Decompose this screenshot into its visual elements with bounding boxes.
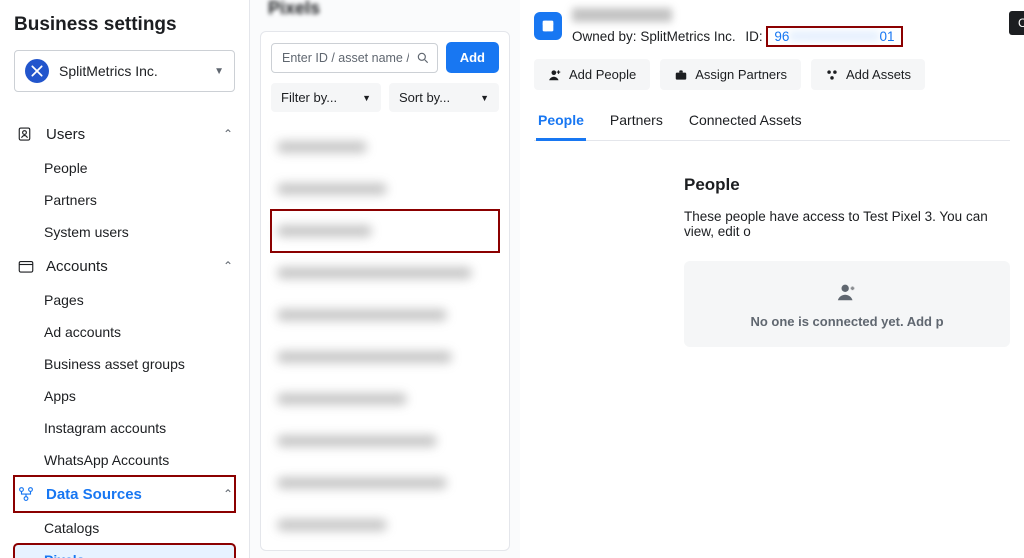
nav-section-label: Accounts bbox=[46, 258, 223, 275]
asset-list-card: Add Filter by... ▼ Sort by... ▼ bbox=[260, 31, 510, 551]
pixel-icon bbox=[534, 12, 562, 40]
sidebar-item-catalogs[interactable]: Catalogs bbox=[14, 512, 235, 544]
sidebar-item-whatsapp-accounts[interactable]: WhatsApp Accounts bbox=[14, 444, 235, 476]
sidebar-item-people[interactable]: People bbox=[14, 152, 235, 184]
accounts-icon bbox=[16, 256, 36, 276]
users-icon bbox=[16, 124, 36, 144]
sidebar-item-pixels[interactable]: Pixels bbox=[14, 544, 235, 558]
search-input[interactable] bbox=[271, 43, 438, 73]
list-item[interactable] bbox=[271, 210, 499, 252]
add-people-button[interactable]: Add People bbox=[534, 59, 650, 90]
data-sources-icon bbox=[16, 484, 36, 504]
detail-pane: Owned by: SplitMetrics Inc. ID: 96000000… bbox=[520, 0, 1024, 558]
sidebar-item-instagram-accounts[interactable]: Instagram accounts bbox=[14, 412, 235, 444]
empty-state: No one is connected yet. Add p bbox=[684, 261, 1010, 347]
assign-partners-button[interactable]: Assign Partners bbox=[660, 59, 801, 90]
filter-by-dropdown[interactable]: Filter by... ▼ bbox=[271, 83, 381, 112]
chevron-up-icon: ⌃ bbox=[223, 127, 233, 141]
owned-by-line: Owned by: SplitMetrics Inc. ID: 96000000… bbox=[572, 26, 1010, 47]
id-prefix: 96 bbox=[774, 29, 789, 44]
sidebar-item-pages[interactable]: Pages bbox=[14, 284, 235, 316]
nav-section-label: Users bbox=[46, 126, 223, 143]
add-assets-button[interactable]: Add Assets bbox=[811, 59, 925, 90]
list-item[interactable] bbox=[271, 294, 499, 336]
id-hidden: 000000000000 bbox=[789, 29, 879, 44]
nav-section-accounts[interactable]: Accounts ⌃ bbox=[14, 248, 235, 284]
section-title: People bbox=[684, 175, 1010, 195]
list-item[interactable] bbox=[271, 336, 499, 378]
business-logo bbox=[25, 59, 49, 83]
empty-caption: No one is connected yet. Add p bbox=[694, 314, 1000, 329]
pixel-name bbox=[572, 8, 672, 22]
sidebar-item-ad-accounts[interactable]: Ad accounts bbox=[14, 316, 235, 348]
assets-icon bbox=[825, 68, 839, 82]
briefcase-icon bbox=[674, 68, 688, 82]
business-selector[interactable]: SplitMetrics Inc. ▼ bbox=[14, 50, 235, 92]
sidebar-item-business-asset-groups[interactable]: Business asset groups bbox=[14, 348, 235, 380]
add-assets-label: Add Assets bbox=[846, 67, 911, 82]
tab-people[interactable]: People bbox=[536, 104, 586, 141]
pixel-list bbox=[271, 126, 499, 546]
chevron-up-icon: ⌃ bbox=[223, 259, 233, 273]
asset-list-column: Pixels Add Filter by... ▼ Sort by... ▼ bbox=[250, 0, 520, 558]
copy-tooltip: Copy to clipboard bbox=[1009, 11, 1024, 35]
list-item[interactable] bbox=[271, 378, 499, 420]
tab-connected-assets[interactable]: Connected Assets bbox=[687, 104, 804, 141]
caret-down-icon: ▼ bbox=[362, 93, 371, 103]
list-item[interactable] bbox=[271, 504, 499, 546]
owned-by-label: Owned by: bbox=[572, 29, 637, 44]
caret-down-icon: ▼ bbox=[480, 93, 489, 103]
nav-section-data-sources[interactable]: Data Sources ⌃ bbox=[14, 476, 235, 512]
sidebar-item-apps[interactable]: Apps bbox=[14, 380, 235, 412]
business-name: SplitMetrics Inc. bbox=[59, 63, 214, 79]
list-item[interactable] bbox=[271, 252, 499, 294]
search-input-wrap bbox=[271, 43, 438, 73]
nav-section-users[interactable]: Users ⌃ bbox=[14, 116, 235, 152]
sidebar-item-system-users[interactable]: System users bbox=[14, 216, 235, 248]
chevron-up-icon: ⌃ bbox=[223, 487, 233, 501]
id-label: ID: bbox=[745, 29, 762, 44]
search-icon bbox=[416, 51, 430, 65]
list-item[interactable] bbox=[271, 462, 499, 504]
person-add-icon bbox=[836, 281, 858, 303]
sort-label: Sort by... bbox=[399, 90, 450, 105]
add-button[interactable]: Add bbox=[446, 42, 499, 73]
page-title: Business settings bbox=[14, 14, 235, 36]
list-item[interactable] bbox=[271, 126, 499, 168]
pixel-id[interactable]: 9600000000000001 bbox=[766, 26, 902, 47]
section-description: These people have access to Test Pixel 3… bbox=[684, 209, 1010, 239]
owner-name: SplitMetrics Inc. bbox=[640, 29, 735, 44]
sort-by-dropdown[interactable]: Sort by... ▼ bbox=[389, 83, 499, 112]
caret-down-icon: ▼ bbox=[214, 66, 224, 77]
assign-partners-label: Assign Partners bbox=[695, 67, 787, 82]
list-heading: Pixels bbox=[250, 0, 520, 21]
list-item[interactable] bbox=[271, 420, 499, 462]
filter-label: Filter by... bbox=[281, 90, 337, 105]
sidebar: Business settings SplitMetrics Inc. ▼ Us… bbox=[0, 0, 250, 558]
sidebar-item-partners[interactable]: Partners bbox=[14, 184, 235, 216]
tab-partners[interactable]: Partners bbox=[608, 104, 665, 141]
nav-section-label: Data Sources bbox=[46, 486, 223, 503]
add-people-label: Add People bbox=[569, 67, 636, 82]
list-item[interactable] bbox=[271, 168, 499, 210]
id-suffix: 01 bbox=[880, 29, 895, 44]
person-add-icon bbox=[548, 68, 562, 82]
